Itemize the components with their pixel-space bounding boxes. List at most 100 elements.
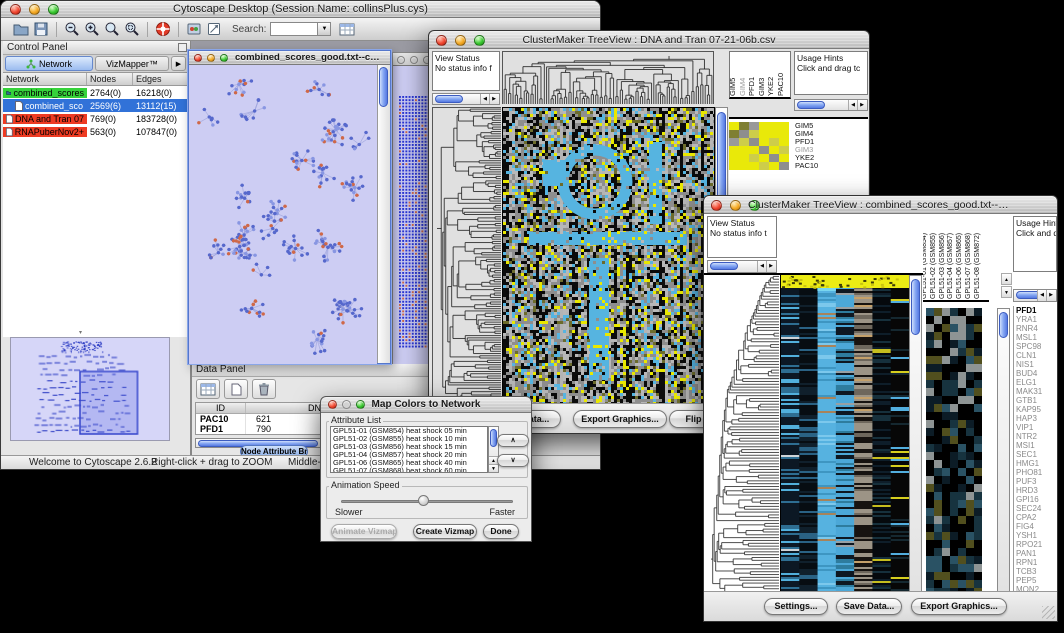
close-button[interactable]	[711, 200, 722, 211]
matrix-cell	[729, 138, 739, 146]
minimize-button[interactable]	[342, 400, 351, 409]
minimize-button[interactable]	[410, 56, 418, 64]
close-button[interactable]	[328, 400, 337, 409]
tv2-row-dendrogram[interactable]	[707, 275, 779, 593]
close-button[interactable]	[194, 54, 202, 62]
attribute-list[interactable]: GPL51-01 (GSM854) heat shock 05 minGPL51…	[330, 426, 488, 473]
scroll-up-arrow[interactable]: ▲	[1001, 273, 1012, 285]
scrollbar-arrows[interactable]: ◀▶	[480, 94, 498, 104]
dialog-titlebar[interactable]: Map Colors to Network	[321, 397, 531, 413]
export-graphics-button[interactable]: Export Graphics...	[911, 598, 1007, 615]
tab-vizmapper[interactable]: VizMapper™	[95, 56, 169, 71]
cytoscape-titlebar[interactable]: Cytoscape Desktop (Session Name: collins…	[1, 1, 600, 18]
scrollbar-thumb[interactable]	[999, 312, 1008, 338]
animate-vizmap-button[interactable]: Animate Vizmap	[331, 524, 397, 539]
column-header-nodes[interactable]: Nodes	[87, 73, 133, 85]
zoom-in-icon[interactable]	[82, 20, 102, 39]
tab-network[interactable]: Network	[5, 56, 93, 71]
network-row[interactable]: combined_sco2569(6)13112(15)	[3, 99, 190, 112]
import-annotation-icon[interactable]	[204, 20, 224, 39]
delete-attribute-icon[interactable]	[252, 379, 276, 399]
network-row[interactable]: DNA and Tran 07769(0)183728(0)	[3, 112, 190, 125]
matrix-cell	[779, 138, 789, 146]
close-button[interactable]	[397, 56, 405, 64]
help-lifesaver-icon[interactable]	[153, 20, 173, 39]
scrollbar-thumb[interactable]	[797, 101, 825, 109]
export-graphics-button[interactable]: Export Graphics...	[573, 410, 667, 428]
tv2-zoom-heatmap-canvas[interactable]	[926, 308, 982, 593]
gene-label: TCB3	[1016, 567, 1058, 576]
done-button[interactable]: Done	[483, 524, 519, 539]
attribute-browser-icon[interactable]	[337, 20, 357, 39]
close-button[interactable]	[10, 4, 21, 15]
tv2-vscrollbar[interactable]	[909, 275, 922, 593]
scrollbar-thumb[interactable]	[379, 67, 388, 107]
move-down-button[interactable]: ∨	[497, 454, 529, 467]
save-data-button[interactable]: Save Data...	[836, 598, 902, 615]
tv1-zoom-heatmap[interactable]	[729, 122, 789, 170]
scrollbar-arrows[interactable]: ◀▶	[848, 100, 866, 110]
treeview-dna-title: ClusterMaker TreeView : DNA and Tran 07-…	[473, 34, 825, 46]
attr-col-id[interactable]: ID	[196, 403, 246, 413]
column-header-edges[interactable]: Edges	[133, 73, 189, 85]
network-row-name: combined_scores	[3, 88, 87, 98]
zoom-hscrollbar[interactable]: ◀▶	[794, 99, 868, 111]
frame-a-titlebar[interactable]: combined_scores_good.txt--cluste...	[189, 51, 390, 65]
label-scroll-arrows[interactable]: ▲▼	[1001, 273, 1013, 299]
scroll-down-arrow[interactable]: ▼	[489, 464, 498, 472]
scrollbar-thumb[interactable]	[490, 429, 497, 447]
network-overview-canvas[interactable]	[10, 337, 170, 441]
attribute-list-vscrollbar[interactable]: ▲ ▼	[488, 426, 499, 473]
matrix-cell	[749, 130, 759, 138]
minimize-button[interactable]	[455, 35, 466, 46]
save-session-icon[interactable]	[31, 20, 51, 39]
gene-label: FIG4	[1016, 522, 1058, 531]
network-row[interactable]: RNAPuberNov2+563(0)107847(0)	[3, 125, 190, 138]
tv1-column-dendrogram[interactable]	[502, 51, 714, 104]
scroll-down-arrow[interactable]: ▼	[1001, 286, 1012, 298]
column-header-network[interactable]: Network	[3, 73, 87, 85]
minimize-button[interactable]	[730, 200, 741, 211]
network-row[interactable]: combined_scores2764(0)16218(0)	[3, 86, 190, 99]
tv2-heatmap-canvas[interactable]	[780, 275, 909, 593]
toolbar-separator	[147, 22, 148, 37]
attribute-list-item[interactable]: GPL51-07 (GSM868) heat shock 60 min	[331, 467, 487, 473]
scrollbar-arrows[interactable]: ◀▶	[1037, 290, 1055, 301]
zoom-fit-icon[interactable]	[122, 20, 142, 39]
minimize-button[interactable]	[207, 54, 215, 62]
network-view-canvas[interactable]	[189, 65, 377, 364]
scrollbar-thumb[interactable]	[911, 279, 920, 335]
gene-list-hscrollbar[interactable]: ◀▶	[1013, 289, 1057, 302]
dendrogram-hscrollbar[interactable]: ◀▶	[432, 93, 500, 105]
settings-button[interactable]: Settings...	[764, 598, 828, 615]
plugin-manager-icon[interactable]	[184, 20, 204, 39]
collapse-handle-icon[interactable]: ▾	[79, 331, 87, 336]
treeview-dna-titlebar[interactable]: ClusterMaker TreeView : DNA and Tran 07-…	[429, 31, 869, 49]
new-attribute-icon[interactable]	[224, 379, 248, 399]
select-attributes-icon[interactable]	[196, 379, 220, 399]
create-vizmap-button[interactable]: Create Vizmap	[413, 524, 477, 539]
zoom-vscrollbar[interactable]	[997, 308, 1010, 593]
minimize-button[interactable]	[29, 4, 40, 15]
frame-a-vscrollbar[interactable]	[377, 65, 390, 363]
zoom-selected-icon[interactable]	[102, 20, 122, 39]
zoom-button[interactable]	[220, 54, 228, 62]
move-up-button[interactable]: ∧	[497, 434, 529, 447]
speed-slider-thumb[interactable]	[418, 495, 429, 506]
scrollbar-arrows[interactable]: ◀▶	[757, 261, 775, 272]
search-dropdown-button[interactable]: ▼	[318, 22, 331, 36]
close-button[interactable]	[436, 35, 447, 46]
search-input[interactable]	[270, 22, 318, 36]
dendrogram-hscrollbar[interactable]: ◀▶	[707, 260, 777, 273]
tab-overflow-arrow[interactable]: ▶	[171, 56, 186, 71]
scrollbar-thumb[interactable]	[710, 262, 738, 270]
float-panel-icon[interactable]	[178, 43, 187, 52]
tv1-row-dendrogram[interactable]	[432, 107, 501, 405]
zoom-out-icon[interactable]	[62, 20, 82, 39]
treeview-combined-titlebar[interactable]: ClusterMaker TreeView : combined_scores_…	[704, 196, 1057, 214]
open-file-icon[interactable]	[11, 20, 31, 39]
resize-grip[interactable]	[1042, 606, 1055, 619]
file-icon	[15, 101, 23, 111]
tv1-heatmap-canvas[interactable]	[502, 107, 715, 405]
scrollbar-thumb[interactable]	[435, 95, 463, 103]
